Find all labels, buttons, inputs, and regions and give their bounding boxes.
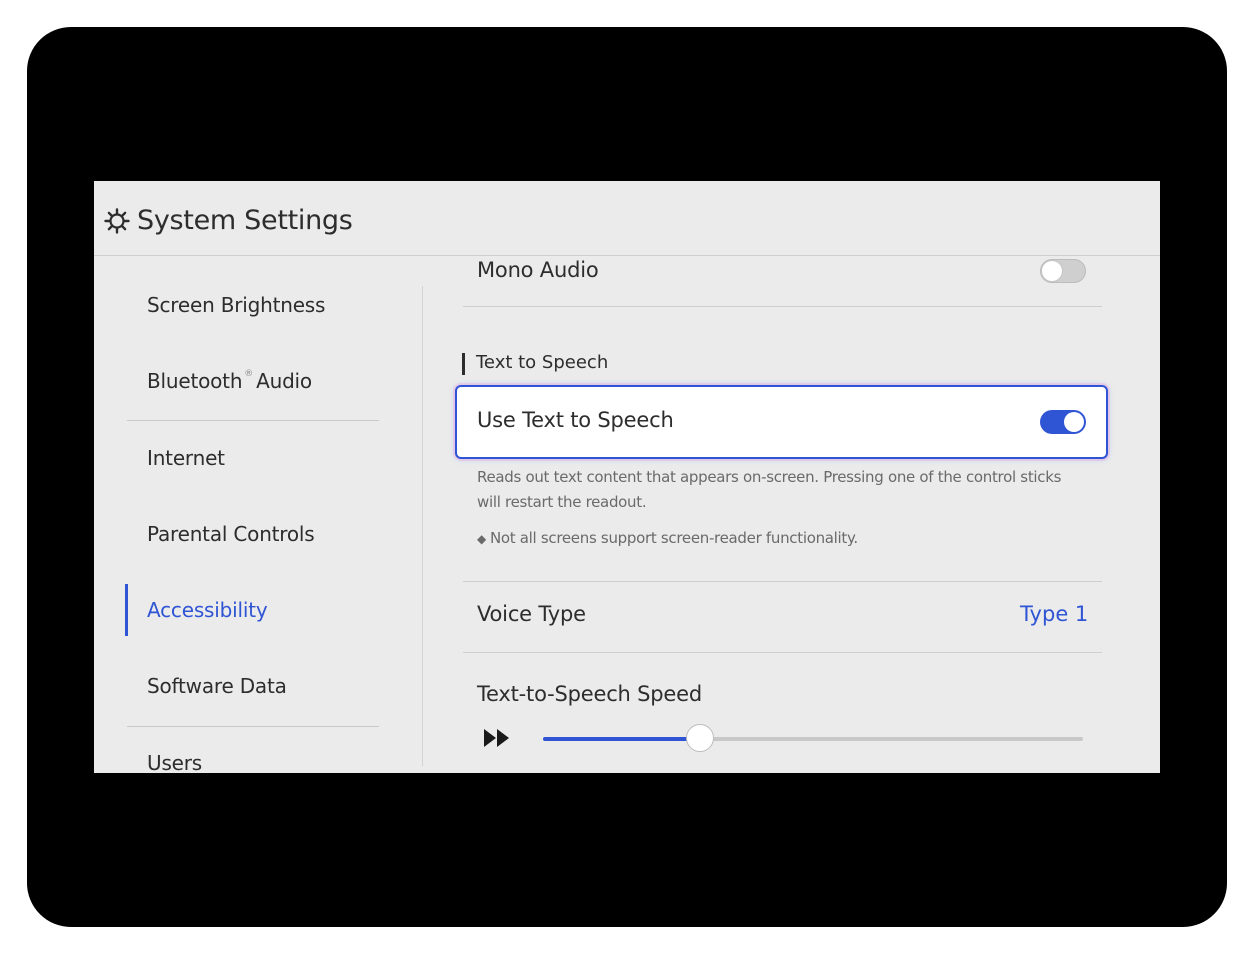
sidebar-item-bluetooth-audio[interactable]: Bluetooth ® Audio bbox=[147, 369, 312, 393]
sidebar-divider bbox=[127, 420, 379, 421]
tts-note: ◆ Not all screens support screen-reader f… bbox=[477, 529, 858, 547]
use-tts-toggle[interactable] bbox=[1040, 410, 1086, 434]
toggle-knob bbox=[1042, 261, 1062, 281]
voice-type-label[interactable]: Voice Type bbox=[477, 602, 586, 626]
sidebar-item-screen-brightness[interactable]: Screen Brightness bbox=[147, 293, 325, 317]
toggle-knob bbox=[1064, 412, 1084, 432]
tts-speed-slider[interactable] bbox=[543, 724, 1083, 752]
sidebar-item-label: Users bbox=[147, 751, 203, 773]
sidebar-item-users[interactable]: Users bbox=[147, 751, 202, 773]
gear-icon bbox=[104, 208, 130, 234]
pane-divider bbox=[422, 286, 423, 766]
tts-note-text: Not all screens support screen-reader fu… bbox=[489, 529, 858, 547]
mono-audio-toggle[interactable] bbox=[1040, 259, 1086, 283]
sidebar-divider bbox=[127, 726, 379, 727]
sidebar-item-label: Bluetooth bbox=[147, 369, 243, 393]
slider-fill bbox=[543, 737, 700, 741]
diamond-bullet-icon: ◆ bbox=[477, 532, 486, 546]
fast-forward-icon bbox=[484, 729, 509, 747]
settings-screen: System Settings Screen Brightness Blueto… bbox=[94, 181, 1160, 773]
tts-description: Reads out text content that appears on-s… bbox=[477, 468, 1062, 511]
tts-speed-label: Text-to-Speech Speed bbox=[477, 682, 702, 706]
sidebar-item-label: Internet bbox=[147, 446, 225, 470]
slider-thumb[interactable] bbox=[685, 724, 714, 752]
voice-type-value[interactable]: Type 1 bbox=[1020, 602, 1088, 626]
registered-mark: ® bbox=[244, 369, 254, 380]
page-title: System Settings bbox=[137, 205, 353, 236]
sidebar-item-parental-controls[interactable]: Parental Controls bbox=[147, 522, 315, 546]
active-indicator bbox=[125, 584, 128, 636]
row-divider bbox=[463, 652, 1102, 653]
sidebar-item-label-suffix: Audio bbox=[256, 369, 312, 393]
use-tts-label: Use Text to Speech bbox=[477, 408, 674, 432]
header: System Settings bbox=[94, 181, 1160, 256]
sidebar-item-label: Screen Brightness bbox=[147, 293, 326, 317]
sidebar-item-accessibility[interactable]: Accessibility bbox=[147, 598, 268, 622]
mono-audio-label: Mono Audio bbox=[477, 258, 599, 282]
sidebar-item-label: Parental Controls bbox=[147, 522, 315, 546]
section-heading-text-to-speech: Text to Speech bbox=[476, 352, 609, 373]
sidebar: Screen Brightness Bluetooth ® Audio Intern… bbox=[94, 256, 424, 773]
sidebar-item-label: Software Data bbox=[147, 674, 287, 698]
section-marker bbox=[462, 353, 465, 375]
sidebar-item-software-data[interactable]: Software Data bbox=[147, 674, 287, 698]
row-divider bbox=[463, 306, 1102, 307]
row-divider bbox=[463, 581, 1102, 582]
sidebar-item-internet[interactable]: Internet bbox=[147, 446, 225, 470]
sidebar-item-label: Accessibility bbox=[147, 598, 268, 622]
